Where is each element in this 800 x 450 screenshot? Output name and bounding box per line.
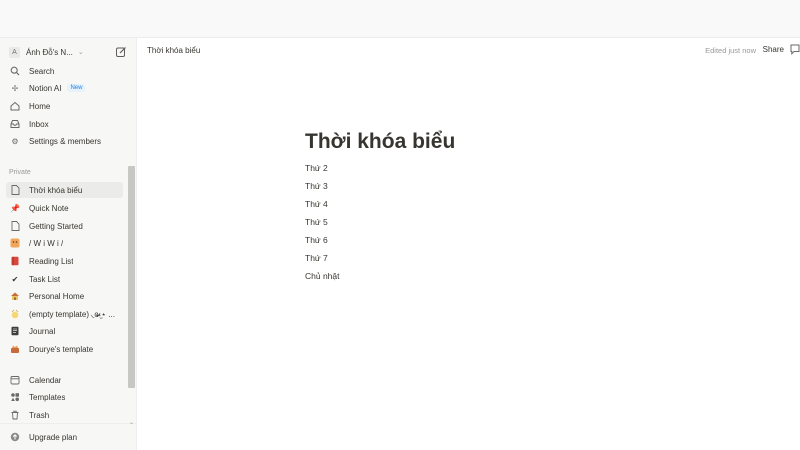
text-block[interactable]: Thứ 2: [305, 163, 328, 173]
text-block[interactable]: Thứ 6: [305, 235, 328, 245]
sidebar-page-label: Journal: [29, 326, 56, 336]
sidebar-item-home[interactable]: Home: [6, 98, 123, 114]
sidebar-item-templates[interactable]: Templates: [6, 389, 123, 405]
sidebar-page-label: Task List: [29, 274, 61, 284]
sidebar-page-label: Getting Started: [29, 221, 83, 231]
inbox-icon: [9, 118, 21, 130]
private-section-label: Private: [9, 169, 31, 176]
sidebar-item-label: Notion AI: [29, 83, 62, 93]
sidebar-item-trash[interactable]: Trash: [6, 407, 123, 423]
trash-icon: [9, 409, 21, 421]
comment-icon[interactable]: [790, 44, 800, 55]
sidebar-divider: [0, 423, 136, 424]
upgrade-plan-button[interactable]: Upgrade plan: [6, 429, 123, 445]
sidebar-item-label: Inbox: [29, 119, 49, 129]
text-block[interactable]: Thứ 3: [305, 181, 328, 191]
sidebar-page-getting-started[interactable]: Getting Started: [6, 218, 123, 234]
sidebar-item-settings[interactable]: ⚙ Settings & members: [6, 133, 123, 149]
sidebar-item-calendar[interactable]: Calendar: [6, 372, 123, 388]
text-block[interactable]: Thứ 7: [305, 253, 328, 263]
sidebar-page-dourye-template[interactable]: Dourye's template: [6, 341, 123, 357]
sidebar-item-label: Trash: [29, 410, 50, 420]
sidebar-page-wiwi[interactable]: / W i W i /: [6, 235, 123, 251]
sidebar-page-task-list[interactable]: ✔ Task List: [6, 271, 123, 287]
page-title[interactable]: Thời khóa biểu: [305, 130, 455, 154]
gear-icon: ⚙: [11, 136, 19, 146]
templates-icon: [9, 391, 21, 403]
checkmark-icon: ✔: [11, 274, 19, 284]
chevron-down-icon: ⌄: [77, 49, 84, 56]
chevron-down-icon[interactable]: ⌄: [128, 419, 135, 426]
share-button[interactable]: Share: [763, 45, 784, 54]
text-block[interactable]: Thứ 4: [305, 199, 328, 209]
workspace-switcher[interactable]: A Ánh Đỗ's N... ⌄: [6, 43, 129, 61]
sidebar-item-inbox[interactable]: Inbox: [6, 116, 123, 132]
sidebar-page-label: / W i W i /: [29, 238, 64, 248]
sidebar-page-label: Thời khóa biểu: [29, 185, 83, 195]
sidebar-item-label: Templates: [29, 392, 66, 402]
sidebar-item-label: Search: [29, 66, 55, 76]
notion-ai-icon: ✢: [11, 83, 19, 93]
new-badge: New: [67, 84, 86, 92]
book-icon: [9, 255, 21, 267]
sidebar: A Ánh Đỗ's N... ⌄ Search ✢ Notion AI New…: [0, 38, 137, 450]
breadcrumb[interactable]: Thời khóa biểu: [147, 46, 200, 55]
sidebar-page-empty-template[interactable]: (empty template) ◟ɞ̴̶̷·̫⋆ ...: [6, 306, 123, 322]
emoji-icon: [9, 308, 21, 320]
emoji-icon: [9, 343, 21, 355]
emoji-icon: [9, 237, 21, 249]
search-icon: [9, 65, 21, 77]
page-icon: [9, 220, 21, 232]
calendar-icon: [9, 374, 21, 386]
edited-status: Edited just now: [705, 46, 756, 55]
workspace-name: Ánh Đỗ's N...: [26, 47, 73, 57]
text-block[interactable]: Chủ nhật: [305, 271, 340, 281]
sidebar-item-label: Calendar: [29, 375, 62, 385]
sidebar-page-thoi-khoa-bieu[interactable]: Thời khóa biểu: [6, 182, 123, 198]
house-emoji-icon: [9, 290, 21, 302]
sidebar-scrollbar[interactable]: ⌄: [128, 166, 135, 426]
home-icon: [9, 100, 21, 112]
sidebar-page-label: Quick Note: [29, 203, 69, 213]
upgrade-plan-label: Upgrade plan: [29, 432, 78, 442]
sidebar-scrollbar-thumb[interactable]: [128, 166, 135, 388]
browser-top-bar: [0, 0, 800, 38]
new-page-icon[interactable]: [115, 46, 127, 58]
sidebar-item-notion-ai[interactable]: ✢ Notion AI New: [6, 80, 123, 96]
sidebar-page-label: Dourye's template: [29, 344, 94, 354]
page-icon: [9, 184, 21, 196]
sidebar-page-label: (empty template) ◟ɞ̴̶̷·̫⋆ ...: [29, 309, 115, 319]
sidebar-page-personal-home[interactable]: Personal Home: [6, 288, 123, 304]
sidebar-item-label: Settings & members: [29, 136, 102, 146]
pushpin-icon: 📌: [10, 203, 20, 213]
page-header: Thời khóa biểu Edited just now Share: [137, 38, 800, 62]
sidebar-item-search[interactable]: Search: [6, 63, 123, 79]
sidebar-page-journal[interactable]: Journal: [6, 323, 123, 339]
sidebar-page-quick-note[interactable]: 📌 Quick Note: [6, 200, 123, 216]
sidebar-page-label: Personal Home: [29, 291, 85, 301]
sidebar-page-label: Reading List: [29, 256, 74, 266]
sidebar-page-reading-list[interactable]: Reading List: [6, 253, 123, 269]
text-block[interactable]: Thứ 5: [305, 217, 328, 227]
workspace-avatar: A: [9, 46, 20, 58]
upgrade-icon: [9, 431, 21, 443]
sidebar-item-label: Home: [29, 101, 51, 111]
journal-icon: [9, 325, 21, 337]
